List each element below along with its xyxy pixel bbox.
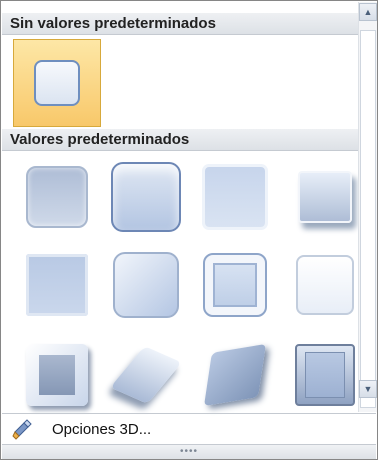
bevel-divot-shape: [26, 344, 88, 406]
bevel-soft-round-shape: [113, 252, 179, 318]
bevel-slope-shape: [296, 255, 354, 315]
preset-convex[interactable]: [191, 241, 279, 329]
scroll-down-button[interactable]: ▼: [359, 380, 377, 398]
preset-cross[interactable]: [191, 153, 279, 241]
bevel-cross-shape: [205, 167, 265, 227]
bevel-gallery-panel: Sin valores predeterminados Valores pred…: [0, 0, 378, 460]
bevel-cool-slant-shape: [298, 171, 352, 223]
preset-divot[interactable]: [13, 331, 101, 419]
bevel-divot-inner: [39, 355, 75, 395]
preset-slope[interactable]: [281, 241, 369, 329]
preset-soft-round[interactable]: [102, 241, 190, 329]
vertical-scrollbar[interactable]: ▲ ▼: [358, 2, 377, 412]
scroll-down-arrow-icon: ▼: [363, 384, 373, 394]
bevel-hard-edge-shape: [203, 343, 267, 407]
preset-circle[interactable]: [13, 153, 101, 241]
bevel-none-shape: [34, 60, 80, 106]
preset-none[interactable]: [13, 39, 101, 127]
3d-options-icon: [10, 417, 38, 441]
scroll-up-arrow-icon: ▲: [363, 7, 373, 17]
grip-dots-icon: ••••: [179, 446, 198, 457]
bevel-art-deco-shape: [295, 344, 355, 406]
preset-hard-edge[interactable]: [191, 331, 279, 419]
preset-relaxed-inset[interactable]: [102, 153, 190, 241]
bevel-convex-shape: [203, 253, 267, 317]
bevel-angle-shape: [26, 254, 88, 316]
preset-riblet[interactable]: [102, 331, 190, 419]
bevel-art-deco-inner: [305, 352, 345, 398]
section-header-presets: Valores predeterminados: [2, 129, 358, 151]
scrollbar-thumb[interactable]: [360, 30, 376, 408]
bevel-relaxed-inset-shape: [111, 162, 181, 232]
bevel-convex-inner: [213, 263, 257, 307]
options-3d-label: Opciones 3D...: [52, 420, 152, 438]
bevel-circle-shape: [26, 166, 88, 228]
preset-art-deco[interactable]: [281, 331, 369, 419]
resize-grip[interactable]: ••••: [2, 444, 376, 459]
section-header-no-presets: Sin valores predeterminados: [2, 13, 358, 35]
scroll-up-button[interactable]: ▲: [359, 3, 377, 21]
bevel-riblet-shape: [110, 346, 182, 404]
preset-cool-slant[interactable]: [281, 153, 369, 241]
preset-angle[interactable]: [13, 241, 101, 329]
options-3d-menu-item[interactable]: Opciones 3D...: [2, 413, 376, 444]
